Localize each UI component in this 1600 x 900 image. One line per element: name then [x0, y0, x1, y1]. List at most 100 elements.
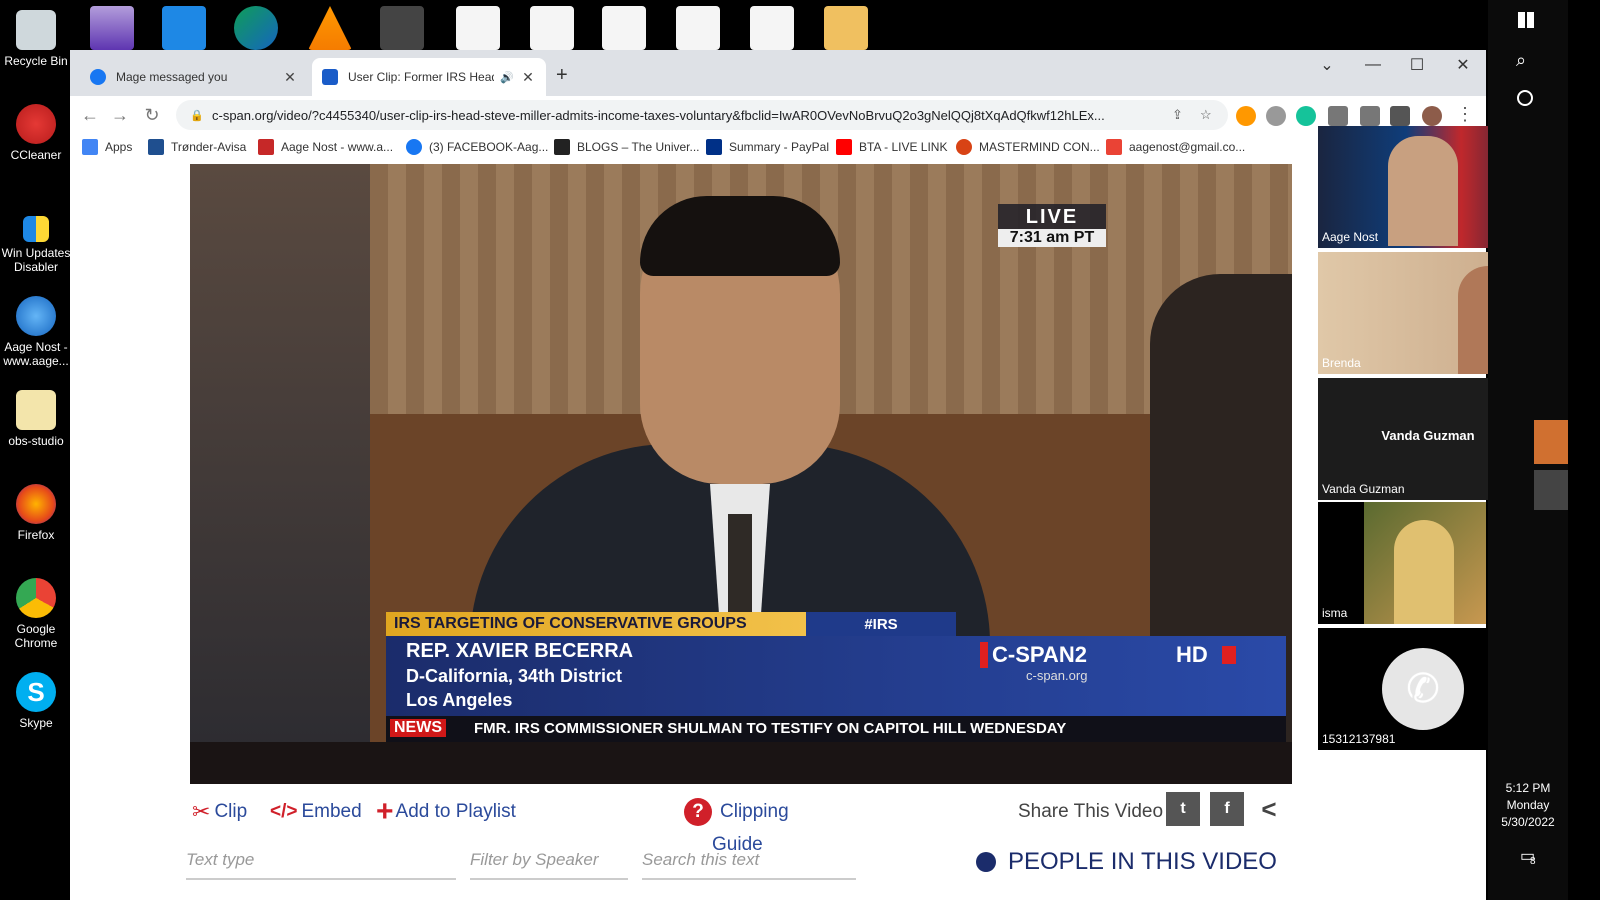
extension-icon[interactable] — [1266, 106, 1286, 126]
recycle-bin-icon — [16, 10, 56, 50]
document-icon[interactable] — [530, 6, 574, 50]
add-to-playlist-button[interactable]: + Add to Playlist — [376, 792, 516, 832]
desktop-icon-firefox[interactable]: Firefox — [0, 478, 72, 542]
notification-count: 8 — [1530, 856, 1536, 867]
audio-playing-icon[interactable]: 🔊 — [500, 71, 514, 84]
site-icon — [554, 139, 570, 155]
person-left — [190, 164, 370, 784]
taskbar-app[interactable] — [1534, 420, 1568, 464]
bookmark-item[interactable]: BLOGS – The Univer... — [554, 139, 700, 155]
browser-window: Mage messaged you ✕ User Clip: Former IR… — [70, 50, 1486, 900]
minimize-icon[interactable]: — — [1350, 50, 1396, 80]
tab-bar: Mage messaged you ✕ User Clip: Former IR… — [70, 50, 1486, 96]
bookmark-item[interactable]: BTA - LIVE LINK — [836, 139, 947, 155]
app-icon[interactable] — [162, 6, 206, 50]
new-tab-icon[interactable]: + — [556, 64, 568, 87]
share-icon[interactable]: ⇪ — [1172, 107, 1200, 123]
app-icon[interactable] — [90, 6, 134, 50]
hd-badge — [1222, 646, 1236, 664]
close-tab-icon[interactable]: ✕ — [520, 69, 536, 86]
bookmark-item[interactable]: MASTERMIND CON... — [956, 139, 1100, 155]
twitter-icon[interactable]: t — [1166, 792, 1200, 826]
desktop-icon-skype[interactable]: S Skype — [0, 666, 72, 730]
desktop-icon-google-chrome[interactable]: Google Chrome — [0, 572, 72, 650]
windows-start-icon[interactable] — [1518, 12, 1534, 28]
gmail-icon — [1106, 139, 1122, 155]
bookmark-item[interactable]: aagenost@gmail.co... — [1106, 139, 1245, 155]
tab-search-icon[interactable]: ⌄ — [1304, 50, 1350, 80]
folder-icon — [16, 390, 56, 430]
filter-underline — [642, 878, 856, 880]
search-text-input[interactable]: Search this text — [642, 850, 759, 870]
extension-icon[interactable] — [1236, 106, 1256, 126]
forward-icon[interactable]: → — [108, 104, 132, 128]
participant-face — [1394, 520, 1454, 624]
document-icon[interactable] — [602, 6, 646, 50]
chrome-icon — [16, 578, 56, 618]
tab-cspan[interactable]: User Clip: Former IRS Head S 🔊 ✕ — [312, 58, 546, 96]
system-clock[interactable]: 5:12 PM Monday 5/30/2022 — [1488, 780, 1568, 831]
address-bar: ← → ↻ 🔒 c-span.org/video/?c4455340/user-… — [70, 96, 1486, 134]
bookmark-star-icon[interactable]: ☆ — [1200, 107, 1228, 123]
profile-avatar[interactable] — [1422, 106, 1442, 126]
bookmark-item[interactable]: Aage Nost - www.a... — [258, 139, 393, 155]
archive-icon[interactable] — [824, 6, 868, 50]
filter-underline — [186, 878, 456, 880]
news-ticker: NEWS FMR. IRS COMMISSIONER SHULMAN TO TE… — [386, 716, 1286, 742]
live-indicator: LIVE 7:31 am PT — [998, 204, 1106, 247]
speaker-filter[interactable]: Filter by Speaker — [470, 850, 599, 870]
back-icon[interactable]: ← — [78, 104, 102, 128]
cortana-icon[interactable] — [1517, 90, 1533, 106]
facebook-share-icon[interactable]: f — [1210, 792, 1244, 826]
clip-button[interactable]: ✂ Clip — [192, 792, 247, 832]
bookmarks-bar: Apps Trønder-Avisa Aage Nost - www.a... … — [70, 134, 1486, 162]
app-icon[interactable] — [380, 6, 424, 50]
desktop-icon-aage-nost[interactable]: Aage Nost - www.aage... — [0, 290, 72, 368]
facebook-icon — [406, 139, 422, 155]
share-icon[interactable]: < — [1252, 792, 1286, 826]
document-icon[interactable] — [750, 6, 794, 50]
people-in-video-heading: PEOPLE IN THIS VIDEO — [976, 848, 1277, 876]
desktop-icon-recycle-bin[interactable]: Recycle Bin — [0, 4, 72, 68]
edge-icon[interactable] — [234, 6, 278, 50]
embed-button[interactable]: </> Embed — [270, 792, 362, 832]
participant-video — [1364, 502, 1486, 624]
tab-facebook[interactable]: Mage messaged you ✕ — [80, 58, 308, 96]
desk-bottom — [190, 742, 1292, 784]
video-player[interactable]: LIVE 7:31 am PT IRS TARGETING OF CONSERV… — [190, 164, 1292, 784]
participant-video — [1388, 136, 1458, 246]
site-icon — [148, 139, 164, 155]
clipping-guide-link[interactable]: ? Clipping — [684, 792, 789, 832]
vlc-icon[interactable] — [308, 6, 352, 50]
shield-icon — [23, 216, 49, 242]
menu-kebab-icon[interactable]: ⋮ — [1456, 104, 1474, 125]
search-icon[interactable]: ⌕ — [1516, 50, 1526, 71]
lower-third: REP. XAVIER BECERRA D-California, 34th D… — [386, 636, 1286, 716]
hashtag-label: #IRS — [806, 612, 956, 636]
extensions-puzzle-icon[interactable] — [1328, 106, 1348, 126]
desktop-icon-ccleaner[interactable]: CCleaner — [0, 98, 72, 162]
media-control-icon[interactable] — [1360, 106, 1380, 126]
speaker-hair — [640, 196, 840, 276]
omnibox[interactable]: 🔒 c-span.org/video/?c4455340/user-clip-i… — [176, 100, 1228, 130]
reload-icon[interactable]: ↻ — [140, 104, 164, 128]
bookmark-item[interactable]: Summary - PayPal — [706, 139, 829, 155]
desktop-icon-win-updates-disabler[interactable]: Win Updates Disabler — [0, 210, 72, 274]
site-icon — [258, 139, 274, 155]
document-icon[interactable] — [676, 6, 720, 50]
text-type-select[interactable]: Text type — [186, 850, 254, 870]
bookmark-item[interactable]: (3) FACEBOOK-Aag... — [406, 139, 548, 155]
close-tab-icon[interactable]: ✕ — [282, 69, 298, 86]
grammarly-icon[interactable] — [1296, 106, 1316, 126]
code-icon: </> — [270, 801, 298, 822]
bookmark-item[interactable]: Trønder-Avisa — [148, 139, 246, 155]
taskbar-app[interactable] — [1534, 470, 1568, 510]
facebook-icon — [90, 69, 106, 85]
document-icon[interactable] — [456, 6, 500, 50]
share-label: Share This Video — [1018, 801, 1164, 822]
bookmark-apps[interactable]: Apps — [82, 139, 132, 155]
maximize-icon[interactable]: ☐ — [1394, 50, 1440, 80]
desktop-icon-obs-studio[interactable]: obs-studio — [0, 384, 72, 448]
close-window-icon[interactable]: ✕ — [1440, 50, 1486, 80]
side-panel-icon[interactable] — [1390, 106, 1410, 126]
